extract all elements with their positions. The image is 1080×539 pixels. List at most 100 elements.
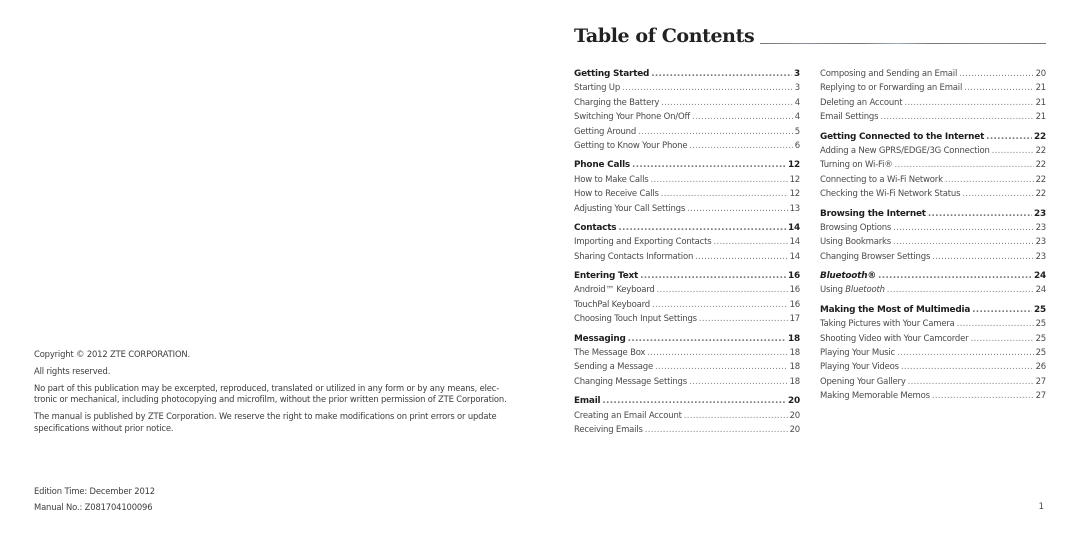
toc-section-heading[interactable]: Entering Text 16 (574, 269, 800, 283)
toc-entry[interactable]: Charging the Battery 4 (574, 96, 800, 110)
copyright-text: Copyright © 2012 ZTE CORPORATION. (34, 349, 191, 359)
toc-entry[interactable]: Switching Your Phone On/Off 4 (574, 110, 800, 124)
toc-entry-label: Email Settings (820, 112, 879, 123)
toc-page-number: 18 (788, 333, 800, 344)
toc-entry[interactable]: Using Bookmarks 23 (820, 235, 1046, 249)
toc-entry[interactable]: The Message Box 18 (574, 346, 800, 360)
toc-entry[interactable]: Using Bluetooth 24 (820, 283, 1046, 297)
toc-entry-label: Using Bluetooth (820, 283, 885, 297)
dot-leader (650, 173, 787, 187)
dot-leader (618, 221, 786, 235)
toc-entry[interactable]: How to Receive Calls 12 (574, 187, 800, 201)
toc-entry[interactable]: Checking the Wi-Fi Network Status 22 (820, 187, 1046, 201)
toc-section: Making the Most of Multimedia25Taking Pi… (820, 303, 1046, 404)
toc-entry[interactable]: Android™ Keyboard 16 (574, 283, 800, 297)
dot-leader (970, 332, 1033, 346)
toc-entry[interactable]: Getting to Know Your Phone 6 (574, 139, 800, 153)
toc-entry-label: Composing and Sending an Email (820, 69, 958, 79)
toc-entry[interactable]: Getting Around 5 (574, 125, 800, 139)
toc-entry[interactable]: Making Memorable Memos 27 (820, 389, 1046, 403)
page-number: 1 (1038, 501, 1044, 511)
toc-entry[interactable]: Creating an Email Account 20 (574, 409, 800, 423)
toc-page-number: 16 (789, 299, 801, 310)
toc-entry[interactable]: Replying to or Forwarding an Email 21 (820, 81, 1046, 95)
toc-entry[interactable]: Sharing Contacts Information 14 (574, 250, 800, 264)
toc-entry-label: Taking Pictures with Your Camera (820, 319, 955, 330)
toc-page-number: 22 (1035, 189, 1047, 200)
toc-page-number: 26 (1035, 362, 1047, 373)
page-title: Table of Contents (574, 25, 755, 47)
toc-entry[interactable]: Taking Pictures with Your Camera 25 (820, 317, 1046, 331)
toc-entry[interactable]: Turning on Wi-Fi® 22 (820, 158, 1046, 172)
toc-entry[interactable]: Connecting to a Wi-Fi Network 22 (820, 173, 1046, 187)
dot-leader (695, 250, 787, 264)
dot-leader (652, 298, 788, 312)
toc-page-number: 3 (794, 83, 800, 94)
edition-time: Edition Time: December 2012 (34, 486, 155, 496)
toc-page-number: 24 (1035, 285, 1047, 296)
toc-entry[interactable]: Adding a New GPRS/EDGE/3G Connection 22 (820, 144, 1046, 158)
toc-entry[interactable]: How to Make Calls 12 (574, 173, 800, 187)
toc-section: Phone Calls12How to Make Calls12How to R… (574, 158, 800, 216)
toc-entry[interactable]: TouchPal Keyboard 16 (574, 298, 800, 312)
dot-leader (714, 235, 788, 249)
toc-section-heading[interactable]: Phone Calls 12 (574, 158, 800, 172)
toc-entry-label: How to Make Calls (574, 174, 649, 185)
dot-leader (687, 202, 787, 216)
toc-entry-label: Email (574, 396, 601, 407)
toc-entry-label: Changing Browser Settings (820, 251, 931, 262)
toc-section-heading[interactable]: Browsing the Internet 23 (820, 207, 1046, 221)
toc-page-number: 25 (1035, 333, 1047, 344)
toc-entry[interactable]: Receiving Emails 20 (574, 423, 800, 437)
dot-leader (959, 67, 1033, 81)
toc-entry[interactable]: Changing Browser Settings 23 (820, 250, 1046, 264)
toc-entry[interactable]: Email Settings 21 (820, 110, 1046, 124)
toc-entry[interactable]: Choosing Touch Input Settings 17 (574, 312, 800, 326)
dot-leader (986, 130, 1032, 144)
toc-left-column: Getting Started 3 Starting Up 3 Charging the… (574, 67, 800, 442)
toc-section-heading[interactable]: Getting Connected to the Internet 22 (820, 130, 1046, 144)
dot-leader (992, 144, 1034, 158)
toc-entry[interactable]: Playing Your Videos 26 (820, 360, 1046, 374)
toc-entry[interactable]: Opening Your Gallery 27 (820, 375, 1046, 389)
toc-entry-label: TouchPal Keyboard (574, 299, 650, 310)
dot-leader (895, 158, 1034, 172)
toc-entry-label: Charging the Battery (574, 97, 660, 108)
toc-entry-label: Getting Around (574, 126, 637, 137)
toc-entry[interactable]: Changing Message Settings 18 (574, 375, 800, 389)
toc-entry[interactable]: Importing and Exporting Contacts 14 (574, 235, 800, 249)
toc-entry-label-prefix: Using (820, 285, 846, 296)
toc-page-number: 13 (789, 203, 801, 214)
toc-entry[interactable]: Shooting Video with Your Camcorder 25 (820, 332, 1046, 346)
dot-leader (655, 360, 788, 374)
toc-entry[interactable]: Browsing Options 23 (820, 221, 1046, 235)
toc-entry-label: Getting Started (574, 69, 650, 79)
toc-section-heading[interactable]: Bluetooth® 24 (820, 269, 1046, 283)
toc-entry-label: Shooting Video with Your Camcorder (820, 333, 969, 344)
dot-leader (689, 139, 792, 153)
dot-leader (878, 269, 1032, 283)
toc-page-number: 14 (789, 251, 801, 262)
toc-section-heading[interactable]: Contacts 14 (574, 221, 800, 235)
dot-leader (908, 375, 1034, 389)
toc-page-number: 21 (1035, 112, 1047, 123)
toc-page-number: 23 (1035, 222, 1047, 233)
toc-entry-label: Making the Most of Multimedia (820, 304, 971, 315)
toc-entry[interactable]: Sending a Message 18 (574, 360, 800, 374)
dot-leader (945, 173, 1034, 187)
toc-entry[interactable]: Composing and Sending an Email 20 (820, 67, 1046, 81)
toc-entry[interactable]: Adjusting Your Call Settings 13 (574, 202, 800, 216)
dot-leader (893, 221, 1033, 235)
toc-section-heading[interactable]: Getting Started 3 (574, 67, 800, 81)
toc-section-heading[interactable]: Messaging 18 (574, 332, 800, 346)
toc-section: Bluetooth® 24 Using Bluetooth 24 (820, 269, 1046, 298)
toc-page-number: 25 (1035, 348, 1047, 359)
toc-section-heading[interactable]: Email 20 (574, 394, 800, 408)
dot-leader (657, 283, 788, 297)
toc-entry[interactable]: Deleting an Account 21 (820, 96, 1046, 110)
toc-page-number: 22 (1035, 174, 1047, 185)
toc-entry-label: Changing Message Settings (574, 376, 687, 387)
toc-entry[interactable]: Playing Your Music 25 (820, 346, 1046, 360)
toc-entry[interactable]: Starting Up 3 (574, 81, 800, 95)
toc-section-heading[interactable]: Making the Most of Multimedia 25 (820, 303, 1046, 317)
